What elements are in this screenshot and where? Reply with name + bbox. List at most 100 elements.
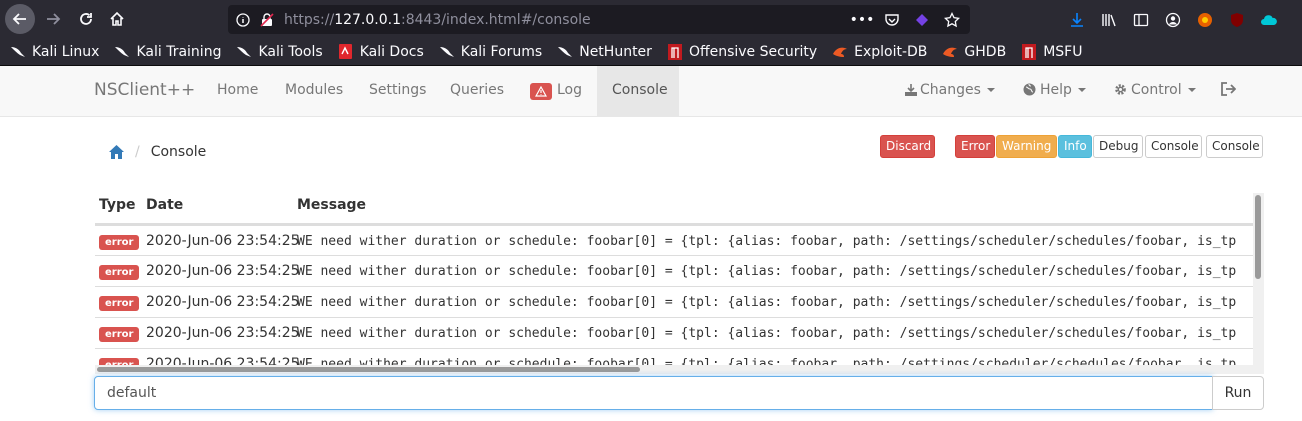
kali-dragon-icon — [236, 44, 252, 60]
bookmark-kali-forums[interactable]: Kali Forums — [439, 44, 542, 60]
filter-error-button[interactable]: Error — [955, 135, 995, 158]
filter-console-button[interactable]: Console — [1145, 135, 1202, 158]
bookmark-offensive-security[interactable]: Offensive Security — [667, 43, 818, 60]
row-message: WE need wither duration or schedule: foo… — [297, 295, 1237, 310]
download-icon[interactable] — [1066, 9, 1088, 31]
bookmark-label: Kali Docs — [359, 43, 424, 60]
reload-icon[interactable] — [71, 4, 101, 34]
url-host: 127.0.0.1 — [334, 11, 401, 28]
bookmark-label: Kali Linux — [32, 43, 100, 60]
kali-dragon-icon — [114, 44, 130, 60]
brand-logo[interactable]: NSClient++ — [94, 80, 195, 100]
header-type: Type — [99, 197, 136, 213]
offsec-icon — [1021, 43, 1037, 60]
horizontal-scroll-thumb[interactable] — [97, 367, 640, 372]
discard-button[interactable]: Discard — [880, 135, 935, 158]
nav-control-label: Control — [1131, 82, 1182, 98]
filter-console-button-2[interactable]: Console — [1206, 135, 1263, 158]
nav-settings[interactable]: Settings — [354, 66, 441, 116]
pocket-icon[interactable] — [882, 10, 902, 30]
caret-down-icon — [986, 88, 995, 92]
offsec-icon — [667, 43, 683, 60]
bookmark-kali-tools[interactable]: Kali Tools — [236, 43, 323, 60]
browser-toolbar: https://127.0.0.1:8443/index.html#/conso… — [0, 0, 1302, 38]
filter-info-button[interactable]: Info — [1058, 135, 1092, 158]
bookmark-label: Exploit-DB — [854, 43, 928, 60]
ublock-icon[interactable] — [1226, 9, 1248, 31]
table-row: error 2020-Jun-06 23:54:25 WE need withe… — [95, 286, 1253, 317]
download-icon — [905, 68, 917, 116]
breadcrumb-current: Console — [150, 144, 207, 160]
nav-log-label: Log — [557, 82, 583, 98]
page-actions-icon[interactable]: ••• — [850, 10, 875, 30]
home-icon[interactable] — [102, 4, 132, 34]
bookmark-label: NetHunter — [579, 43, 652, 60]
bookmark-label: MSFU — [1043, 43, 1083, 60]
url-bar[interactable]: https://127.0.0.1:8443/index.html#/conso… — [228, 5, 970, 34]
horizontal-scrollbar[interactable] — [95, 365, 1253, 374]
forward-icon[interactable] — [38, 4, 68, 34]
url-prefix: https:// — [284, 11, 335, 28]
table-row: error 2020-Jun-06 23:54:25 WE need withe… — [95, 317, 1253, 348]
gear-icon — [1114, 68, 1127, 116]
type-badge: error — [99, 327, 140, 342]
kali-docs-icon — [338, 44, 354, 60]
sidebar-icon[interactable] — [1130, 9, 1152, 31]
library-icon[interactable] — [1098, 9, 1120, 31]
account-icon[interactable] — [1162, 9, 1184, 31]
nav-console[interactable]: Console — [597, 66, 679, 116]
bookmark-label: Kali Training — [136, 43, 222, 60]
nav-home[interactable]: Home — [202, 66, 273, 116]
type-badge: error — [99, 265, 140, 280]
insecure-lock-icon[interactable] — [258, 11, 276, 29]
row-message: WE need wither duration or schedule: foo… — [297, 326, 1237, 341]
breadcrumb-separator: / — [135, 144, 140, 160]
bookmark-kali-linux[interactable]: Kali Linux — [10, 44, 99, 60]
bookmark-nethunter[interactable]: NetHunter — [557, 44, 652, 60]
extension-icon[interactable] — [912, 10, 932, 30]
nav-control[interactable]: Control — [1099, 66, 1211, 116]
nav-modules[interactable]: Modules — [270, 66, 358, 116]
bookmark-ghdb[interactable]: GHDB — [942, 44, 1006, 60]
header-message: Message — [297, 197, 367, 213]
cloud-icon[interactable] — [1258, 9, 1280, 31]
bookmark-kali-training[interactable]: Kali Training — [114, 44, 221, 60]
command-input[interactable] — [94, 376, 1213, 410]
foxyproxy-icon[interactable] — [1194, 9, 1216, 31]
bookmark-label: Kali Forums — [460, 43, 543, 60]
caret-down-icon — [1187, 88, 1196, 92]
bookmark-label: Kali Tools — [258, 43, 323, 60]
vertical-scrollbar[interactable] — [1253, 193, 1264, 374]
back-icon[interactable] — [5, 4, 35, 34]
nav-log[interactable]: Log — [515, 66, 597, 116]
nav-queries[interactable]: Queries — [435, 66, 519, 116]
logout-icon[interactable] — [1206, 66, 1251, 116]
url-path: :8443/index.html#/console — [400, 11, 591, 28]
run-button[interactable]: Run — [1212, 376, 1264, 410]
nav-changes-label: Changes — [920, 82, 981, 98]
table-row: error 2020-Jun-06 23:54:25 WE need withe… — [95, 225, 1253, 256]
app-navbar: NSClient++ Home Modules Settings Queries… — [0, 66, 1302, 117]
bookmark-kali-docs[interactable]: Kali Docs — [338, 44, 424, 60]
bookmark-label: Offensive Security — [688, 43, 818, 60]
globe-icon — [1023, 68, 1036, 116]
row-date: 2020-Jun-06 23:54:25 — [146, 233, 300, 249]
ghdb-icon — [942, 44, 958, 60]
info-icon[interactable] — [234, 11, 252, 29]
vertical-scroll-thumb[interactable] — [1255, 195, 1261, 279]
bookmark-msfu[interactable]: MSFU — [1021, 43, 1083, 60]
bookmarks-bar: Kali Linux Kali Training Kali Tools Kali… — [0, 38, 1302, 66]
bookmark-exploit-db[interactable]: Exploit-DB — [832, 44, 927, 60]
home-icon[interactable] — [109, 145, 124, 159]
filter-warning-button[interactable]: Warning — [996, 135, 1057, 158]
warning-icon — [530, 83, 552, 100]
header-date: Date — [146, 197, 184, 213]
log-table: Type Date Message error 2020-Jun-06 23:5… — [95, 193, 1264, 374]
filter-debug-button[interactable]: Debug — [1093, 135, 1143, 158]
bookmark-star-icon[interactable] — [942, 10, 962, 30]
nav-help[interactable]: Help — [1008, 66, 1101, 116]
type-badge: error — [99, 296, 140, 311]
exploit-db-icon — [832, 44, 848, 60]
row-date: 2020-Jun-06 23:54:25 — [146, 263, 300, 279]
nav-changes[interactable]: Changes — [890, 66, 1010, 116]
